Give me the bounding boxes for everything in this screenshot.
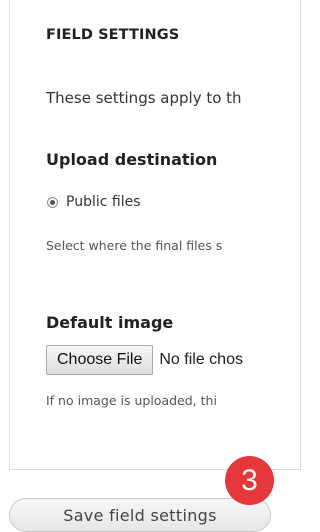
default-image-label: Default image [46,313,174,332]
file-status-text: No file chos [159,351,243,368]
step-number-badge: 3 [225,456,274,505]
upload-destination-label: Upload destination [46,150,218,169]
public-files-radio[interactable] [47,196,58,208]
default-image-help: If no image is uploaded, thi [46,393,217,408]
public-files-label[interactable]: Public files [66,194,141,210]
choose-file-button[interactable]: Choose File [46,345,154,375]
settings-intro-text: These settings apply to th [46,89,242,107]
upload-destination-help: Select where the final files s [46,238,223,253]
default-image-file-input[interactable]: Choose File No file chos [46,344,243,376]
radio-selected-dot [50,199,55,205]
section-title: FIELD SETTINGS [46,27,180,43]
public-files-radio-option[interactable]: Public files [47,193,141,211]
field-settings-panel: FIELD SETTINGS These settings apply to t… [9,0,301,470]
